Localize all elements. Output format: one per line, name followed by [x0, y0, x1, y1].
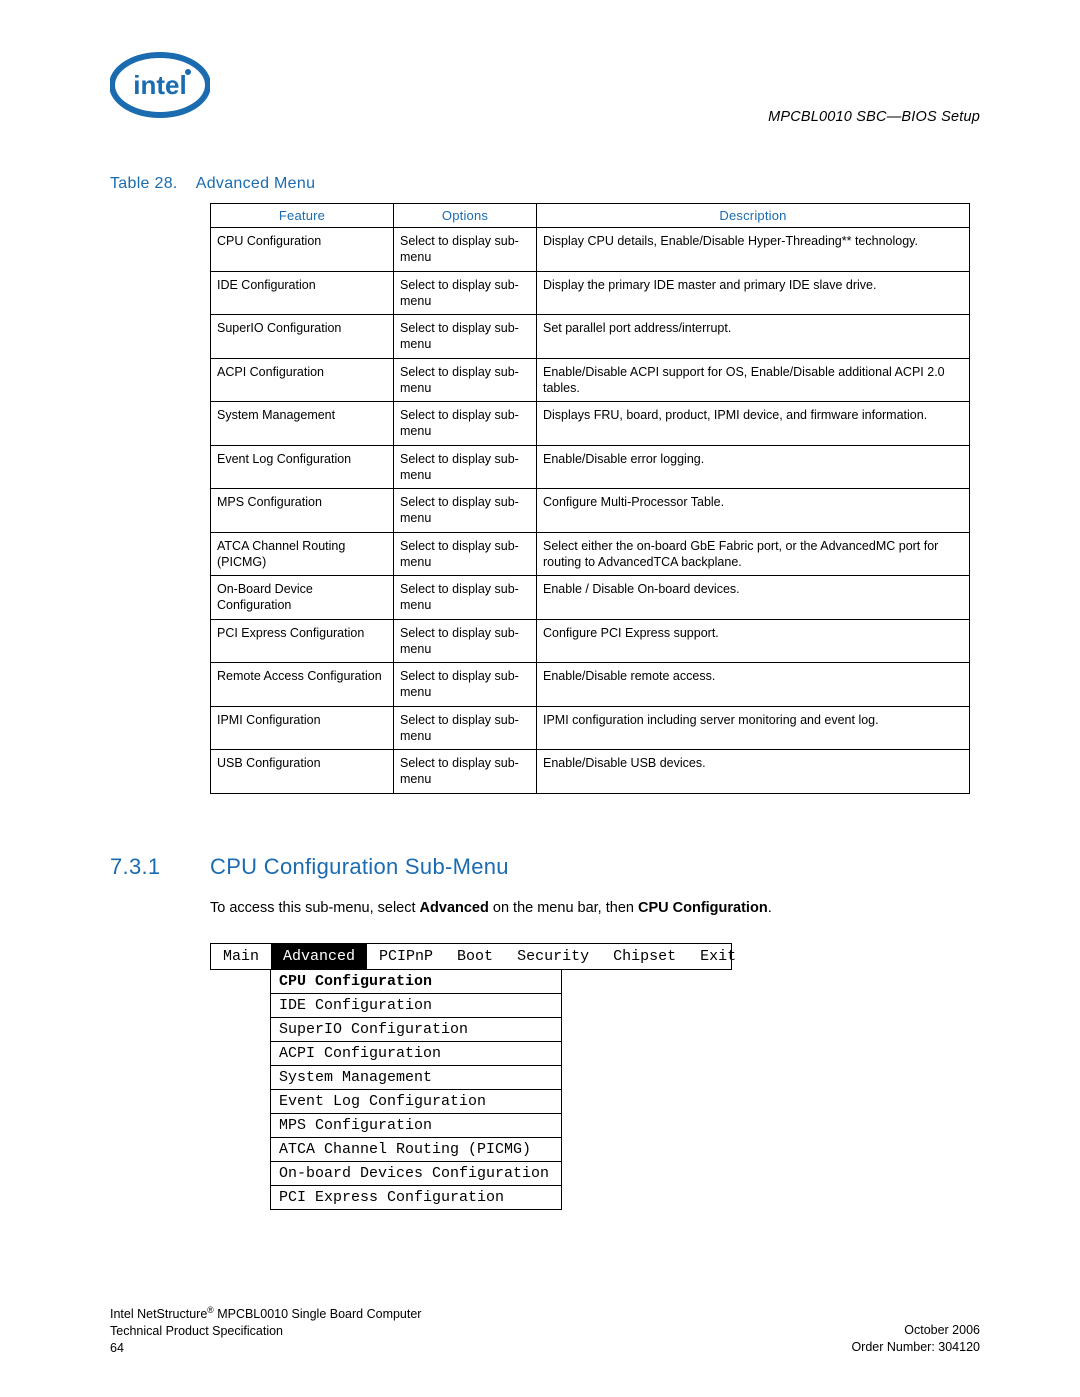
submenu-item[interactable]: SuperIO Configuration [271, 1017, 561, 1041]
table-cell-desc: Enable / Disable On-board devices. [537, 576, 970, 620]
table-row: MPS ConfigurationSelect to display sub-m… [211, 489, 970, 533]
table-caption-prefix: Table 28. [110, 175, 178, 192]
table-cell-feature: IDE Configuration [211, 271, 394, 315]
table-cell-options: Select to display sub-menu [394, 706, 537, 750]
submenu-item[interactable]: PCI Express Configuration [271, 1185, 561, 1209]
table-row: IDE ConfigurationSelect to display sub-m… [211, 271, 970, 315]
th-description: Description [537, 204, 970, 228]
submenu-item[interactable]: CPU Configuration [271, 970, 561, 993]
footer-page: 64 [110, 1341, 124, 1355]
intro-cpu: CPU Configuration [638, 900, 768, 916]
table-cell-feature: PCI Express Configuration [211, 619, 394, 663]
section-title: CPU Configuration Sub-Menu [210, 854, 509, 879]
table-cell-desc: Enable/Disable error logging. [537, 445, 970, 489]
section-heading: 7.3.1CPU Configuration Sub-Menu [110, 854, 980, 880]
submenu-item[interactable]: IDE Configuration [271, 993, 561, 1017]
table-cell-feature: System Management [211, 402, 394, 446]
menu-tab-main[interactable]: Main [211, 944, 271, 969]
table-cell-feature: CPU Configuration [211, 228, 394, 272]
table-cell-desc: Set parallel port address/interrupt. [537, 315, 970, 359]
menu-tab-pcipnp[interactable]: PCIPnP [367, 944, 445, 969]
table-cell-feature: IPMI Configuration [211, 706, 394, 750]
table-row: Event Log ConfigurationSelect to display… [211, 445, 970, 489]
table-cell-desc: Enable/Disable ACPI support for OS, Enab… [537, 358, 970, 402]
table-cell-options: Select to display sub-menu [394, 358, 537, 402]
table-cell-options: Select to display sub-menu [394, 750, 537, 794]
table-cell-feature: SuperIO Configuration [211, 315, 394, 359]
menu-tab-boot[interactable]: Boot [445, 944, 505, 969]
menu-tab-chipset[interactable]: Chipset [601, 944, 688, 969]
advanced-menu-table: Feature Options Description CPU Configur… [210, 203, 970, 794]
table-row: IPMI ConfigurationSelect to display sub-… [211, 706, 970, 750]
table-cell-options: Select to display sub-menu [394, 271, 537, 315]
submenu-item[interactable]: ACPI Configuration [271, 1041, 561, 1065]
submenu-item[interactable]: System Management [271, 1065, 561, 1089]
table-row: ACPI ConfigurationSelect to display sub-… [211, 358, 970, 402]
footer-date: October 2006 [904, 1323, 980, 1337]
intro-pre: To access this sub-menu, select [210, 900, 420, 916]
table-cell-feature: Remote Access Configuration [211, 663, 394, 707]
intro-mid: on the menu bar, then [489, 900, 638, 916]
menu-tab-security[interactable]: Security [505, 944, 601, 969]
bios-menu-diagram: MainAdvancedPCIPnPBootSecurityChipsetExi… [210, 943, 980, 1210]
intel-logo: intel [110, 50, 210, 125]
table-row: SuperIO ConfigurationSelect to display s… [211, 315, 970, 359]
table-row: CPU ConfigurationSelect to display sub-m… [211, 228, 970, 272]
footer-line1: Intel NetStructure® MPCBL0010 Single Boa… [110, 1307, 421, 1321]
table-cell-options: Select to display sub-menu [394, 445, 537, 489]
table-cell-desc: Enable/Disable remote access. [537, 663, 970, 707]
submenu-item[interactable]: ATCA Channel Routing (PICMG) [271, 1137, 561, 1161]
table-row: System ManagementSelect to display sub-m… [211, 402, 970, 446]
menu-tab-advanced[interactable]: Advanced [271, 944, 367, 969]
section-intro: To access this sub-menu, select Advanced… [210, 898, 980, 918]
table-cell-feature: MPS Configuration [211, 489, 394, 533]
table-cell-options: Select to display sub-menu [394, 228, 537, 272]
submenu-item[interactable]: MPS Configuration [271, 1113, 561, 1137]
header-doc-title: MPCBL0010 SBC—BIOS Setup [768, 109, 980, 125]
table-row: On-Board Device ConfigurationSelect to d… [211, 576, 970, 620]
page-footer: Intel NetStructure® MPCBL0010 Single Boa… [110, 1305, 980, 1357]
th-options: Options [394, 204, 537, 228]
section-number: 7.3.1 [110, 854, 210, 880]
table-cell-options: Select to display sub-menu [394, 402, 537, 446]
table-cell-desc: Configure PCI Express support. [537, 619, 970, 663]
submenu-item[interactable]: On-board Devices Configuration [271, 1161, 561, 1185]
table-cell-options: Select to display sub-menu [394, 489, 537, 533]
footer-order: Order Number: 304120 [851, 1340, 980, 1354]
table-caption: Table 28. Advanced Menu [110, 175, 980, 193]
table-cell-options: Select to display sub-menu [394, 663, 537, 707]
table-cell-options: Select to display sub-menu [394, 619, 537, 663]
svg-text:intel: intel [133, 70, 186, 100]
table-cell-desc: Displays FRU, board, product, IPMI devic… [537, 402, 970, 446]
intro-end: . [768, 900, 772, 916]
table-cell-feature: ACPI Configuration [211, 358, 394, 402]
intro-advanced: Advanced [420, 900, 489, 916]
table-cell-options: Select to display sub-menu [394, 315, 537, 359]
table-cell-feature: ATCA Channel Routing (PICMG) [211, 532, 394, 576]
table-cell-desc: IPMI configuration including server moni… [537, 706, 970, 750]
table-cell-desc: Enable/Disable USB devices. [537, 750, 970, 794]
table-cell-desc: Display CPU details, Enable/Disable Hype… [537, 228, 970, 272]
table-row: Remote Access ConfigurationSelect to dis… [211, 663, 970, 707]
table-cell-feature: On-Board Device Configuration [211, 576, 394, 620]
table-cell-desc: Configure Multi-Processor Table. [537, 489, 970, 533]
th-feature: Feature [211, 204, 394, 228]
table-cell-desc: Select either the on-board GbE Fabric po… [537, 532, 970, 576]
table-cell-feature: Event Log Configuration [211, 445, 394, 489]
footer-line2: Technical Product Specification [110, 1324, 283, 1338]
table-row: ATCA Channel Routing (PICMG)Select to di… [211, 532, 970, 576]
table-cell-options: Select to display sub-menu [394, 532, 537, 576]
table-cell-options: Select to display sub-menu [394, 576, 537, 620]
table-caption-title: Advanced Menu [196, 175, 316, 192]
table-row: USB ConfigurationSelect to display sub-m… [211, 750, 970, 794]
table-row: PCI Express ConfigurationSelect to displ… [211, 619, 970, 663]
menu-tab-exit[interactable]: Exit [688, 944, 748, 969]
submenu-item[interactable]: Event Log Configuration [271, 1089, 561, 1113]
table-cell-desc: Display the primary IDE master and prima… [537, 271, 970, 315]
table-cell-feature: USB Configuration [211, 750, 394, 794]
